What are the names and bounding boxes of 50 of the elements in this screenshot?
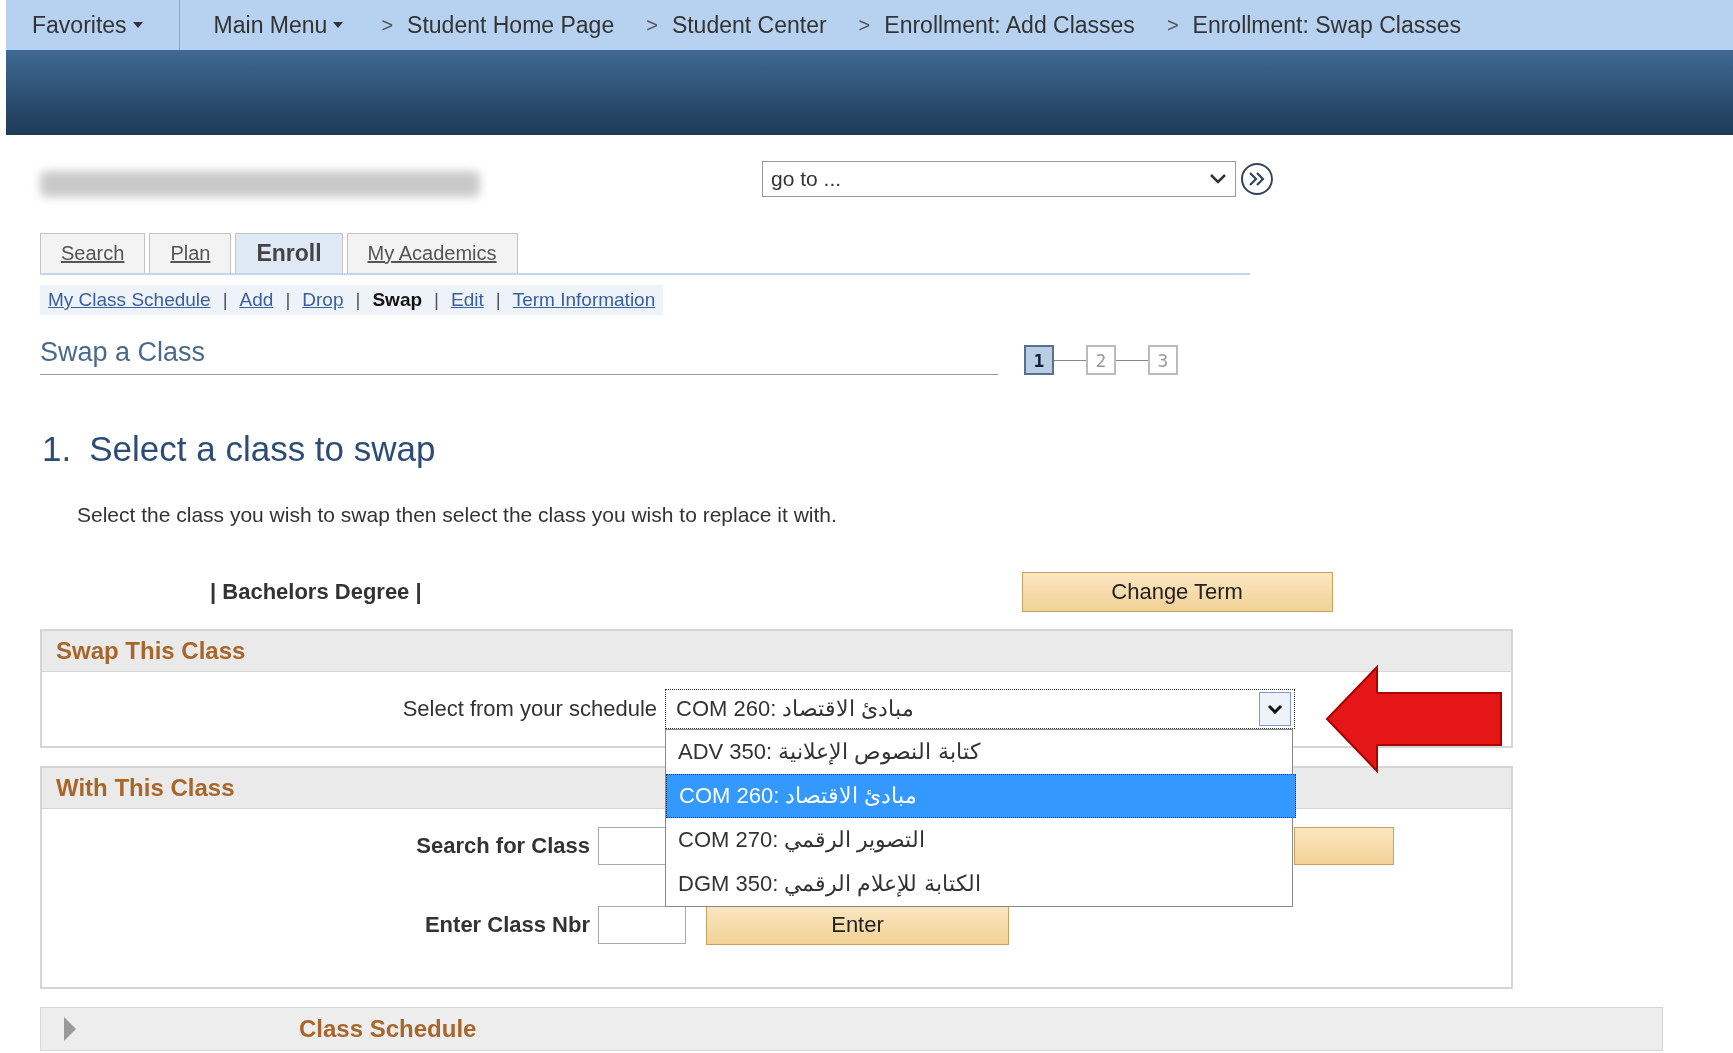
separator: | [434, 289, 439, 311]
caret-icon [132, 22, 143, 28]
separator: | [222, 289, 228, 311]
tab[interactable]: My Academics [346, 233, 518, 273]
breadcrumb-link[interactable]: Enrollment: Swap Classes [1178, 11, 1485, 39]
enter-button[interactable]: Enter [706, 905, 1009, 945]
subnav-link[interactable]: Add [239, 289, 274, 311]
subnav-link[interactable]: My Class Schedule [48, 289, 211, 311]
dropdown-option[interactable]: DGM 350: الكتابة للإعلام الرقمي [666, 862, 1292, 906]
step-indicator: 1 [1024, 345, 1054, 375]
subnav-link[interactable]: Term Information [512, 289, 656, 311]
field-label: Enter Class Nbr [423, 912, 591, 938]
goto-dropdown[interactable]: go to ... [762, 161, 1236, 197]
breadcrumb-link[interactable]: Student Home Page [393, 11, 639, 39]
tab[interactable]: Enroll [235, 233, 343, 273]
step-number: 1. [42, 429, 72, 469]
field-label: Select from your schedule [401, 696, 658, 722]
menu-button[interactable]: Main Menu [187, 0, 374, 50]
subnav-link[interactable]: Edit [451, 289, 484, 311]
chevron-down-icon [1209, 173, 1227, 185]
subnav-link[interactable]: Drop [302, 289, 344, 311]
breadcrumb-separator: > [645, 13, 658, 37]
double-chevron-icon[interactable] [1240, 162, 1274, 196]
change-term-button[interactable]: Change Term [1021, 572, 1333, 612]
current-page-label: Swap [372, 289, 423, 311]
career-label: | Bachelors Degree | [210, 579, 422, 605]
arrow-icon [1325, 665, 1503, 773]
breadcrumb-separator: > [857, 13, 871, 37]
chevron-down-icon [1267, 704, 1283, 714]
input-field[interactable] [598, 906, 686, 944]
dropdown-option[interactable]: COM 270: التصوير الرقمي [666, 818, 1292, 862]
breadcrumb-separator: > [1165, 13, 1179, 37]
tab[interactable]: Search [40, 233, 146, 273]
field-label: Search for Class [415, 833, 591, 859]
triangle-right-icon [63, 1017, 77, 1041]
breadcrumb-link[interactable]: Student Center [657, 11, 851, 39]
separator: | [285, 289, 291, 311]
breadcrumb-separator: > [380, 13, 394, 37]
separator: | [495, 289, 501, 311]
breadcrumb-link[interactable]: Enrollment: Add Classes [870, 11, 1159, 39]
separator: | [355, 289, 361, 311]
step-indicator: 3 [1148, 345, 1178, 375]
page-title: Swap a Class [40, 337, 998, 375]
step-indicator: 2 [1086, 345, 1116, 375]
tab[interactable]: Plan [149, 233, 232, 273]
instructions-text: Select the class you wish to swap then select the class you wish to replace it with. [77, 503, 838, 527]
panel-header: Swap This Class [42, 631, 1511, 672]
section-heading: Select a class to swap [89, 429, 436, 469]
caret-icon [333, 22, 344, 28]
collapsible-header[interactable]: Class Schedule [40, 1007, 1663, 1051]
